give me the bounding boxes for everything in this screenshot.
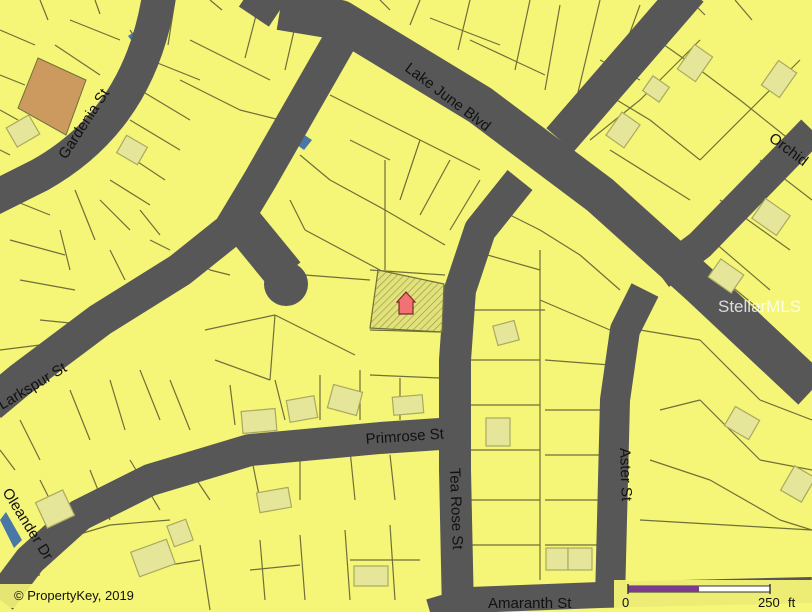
label-aster: Aster St	[616, 448, 635, 503]
label-tea-rose: Tea Rose St	[446, 468, 466, 551]
watermark-text: StellarMLS	[718, 297, 801, 316]
parcel-map[interactable]: Lake June Blvd Gardenia St Orchid Larksp…	[0, 0, 812, 612]
scale-unit: ft	[788, 595, 796, 610]
label-amaranth: Amaranth St	[488, 595, 572, 612]
scale-start: 0	[622, 595, 629, 610]
scale-bar: 0 250 ft	[614, 580, 812, 612]
copyright-text: © PropertyKey, 2019	[14, 588, 134, 603]
map-canvas: Lake June Blvd Gardenia St Orchid Larksp…	[0, 0, 812, 612]
culdesac-bulb	[264, 262, 308, 306]
scale-end: 250	[758, 595, 780, 610]
